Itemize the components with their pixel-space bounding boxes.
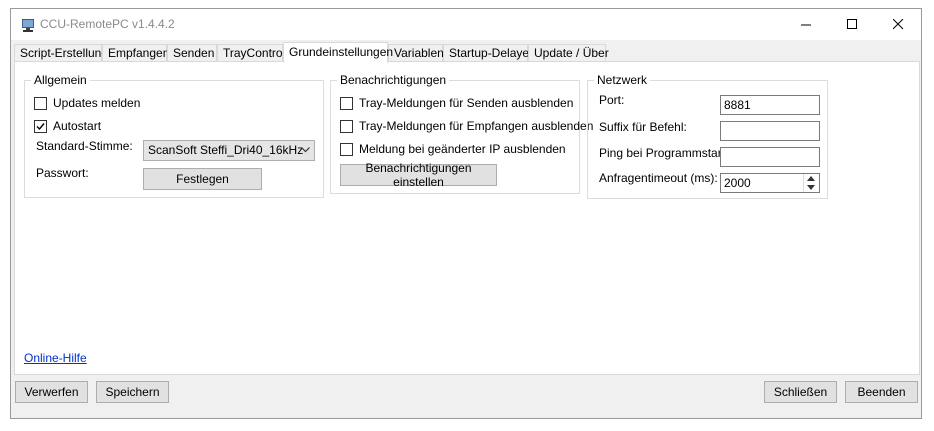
maximize-icon bbox=[846, 19, 857, 29]
suffix-label: Suffix für Befehl: bbox=[599, 120, 687, 134]
close-window-button[interactable]: Schließen bbox=[764, 381, 837, 403]
hide-receive-tray-label: Tray-Meldungen für Empfangen ausblenden bbox=[359, 119, 594, 133]
hide-ip-change-label: Meldung bei geänderter IP ausblenden bbox=[359, 142, 566, 156]
group-allgemein-title: Allgemein bbox=[31, 73, 90, 87]
hide-ip-change-checkbox[interactable] bbox=[340, 143, 353, 156]
updates-checkbox[interactable] bbox=[34, 97, 47, 110]
group-benachrichtigungen-title: Benachrichtigungen bbox=[337, 73, 450, 87]
password-label: Passwort: bbox=[36, 166, 89, 180]
spin-down-icon[interactable] bbox=[807, 185, 815, 190]
tab-update-ueber[interactable]: Update / Über bbox=[528, 44, 609, 62]
online-help-link[interactable]: Online-Hilfe bbox=[24, 351, 87, 365]
voice-select[interactable]: ScanSoft Steffi_Dri40_16kHz bbox=[143, 140, 315, 161]
chevron-down-icon bbox=[301, 147, 310, 153]
autostart-label: Autostart bbox=[53, 119, 102, 133]
group-allgemein: Allgemein Updates melden Autostart Stand… bbox=[24, 73, 324, 198]
group-netzwerk-title: Netzwerk bbox=[594, 73, 651, 87]
group-netzwerk: Netzwerk Port: Suffix für Befehl: Ping b… bbox=[587, 73, 828, 199]
notifications-settings-button[interactable]: Benachrichtigungen einstellen bbox=[340, 161, 497, 189]
maximize-button[interactable] bbox=[829, 9, 875, 40]
port-label: Port: bbox=[599, 93, 625, 107]
discard-button[interactable]: Verwerfen bbox=[15, 381, 88, 403]
settings-panel: Allgemein Updates melden Autostart Stand… bbox=[14, 61, 920, 375]
ping-label: Ping bei Programmstart: bbox=[599, 146, 729, 160]
checkmark-icon bbox=[36, 123, 45, 131]
spin-up-icon[interactable] bbox=[807, 176, 815, 181]
hide-receive-tray-checkbox[interactable] bbox=[340, 120, 353, 133]
set-password-button[interactable]: Festlegen bbox=[143, 168, 262, 190]
timeout-label: Anfragentimeout (ms): bbox=[599, 171, 718, 185]
ping-input[interactable] bbox=[720, 147, 820, 167]
voice-select-value: ScanSoft Steffi_Dri40_16kHz bbox=[148, 143, 304, 157]
minimize-button[interactable] bbox=[783, 9, 829, 40]
window-title: CCU-RemotePC v1.4.4.2 bbox=[40, 17, 175, 31]
timeout-stepper[interactable]: 2000 bbox=[720, 173, 820, 193]
tab-variablen[interactable]: Variablen bbox=[388, 44, 444, 62]
autostart-checkbox[interactable] bbox=[34, 120, 47, 133]
tab-grundeinstellungen[interactable]: Grundeinstellungen bbox=[283, 42, 393, 63]
group-benachrichtigungen: Benachrichtigungen Tray-Meldungen für Se… bbox=[330, 73, 593, 194]
tab-empfangen[interactable]: Empfangen bbox=[102, 44, 169, 62]
quit-button[interactable]: Beenden bbox=[845, 381, 918, 403]
tab-traycontrol[interactable]: TrayControl bbox=[217, 44, 285, 62]
minimize-icon bbox=[800, 24, 811, 26]
tab-senden[interactable]: Senden bbox=[167, 44, 217, 62]
tab-script-erstellung[interactable]: Script-Erstellung bbox=[14, 44, 108, 62]
hide-send-tray-checkbox[interactable] bbox=[340, 97, 353, 110]
title-bar: CCU-RemotePC v1.4.4.2 bbox=[11, 9, 921, 40]
app-icon bbox=[20, 17, 36, 33]
suffix-input[interactable] bbox=[720, 121, 820, 141]
save-button[interactable]: Speichern bbox=[96, 381, 169, 403]
voice-label: Standard-Stimme: bbox=[36, 139, 133, 153]
timeout-spin-buttons[interactable] bbox=[803, 174, 819, 192]
app-window: CCU-RemotePC v1.4.4.2 Script-Erstellung … bbox=[10, 8, 922, 419]
hide-send-tray-label: Tray-Meldungen für Senden ausblenden bbox=[359, 96, 574, 110]
tab-startup-delayer[interactable]: Startup-Delayer bbox=[443, 44, 533, 62]
close-button[interactable] bbox=[875, 9, 921, 40]
updates-label: Updates melden bbox=[53, 96, 141, 110]
timeout-value: 2000 bbox=[724, 176, 751, 190]
close-icon bbox=[892, 19, 903, 30]
port-input[interactable] bbox=[720, 95, 820, 115]
